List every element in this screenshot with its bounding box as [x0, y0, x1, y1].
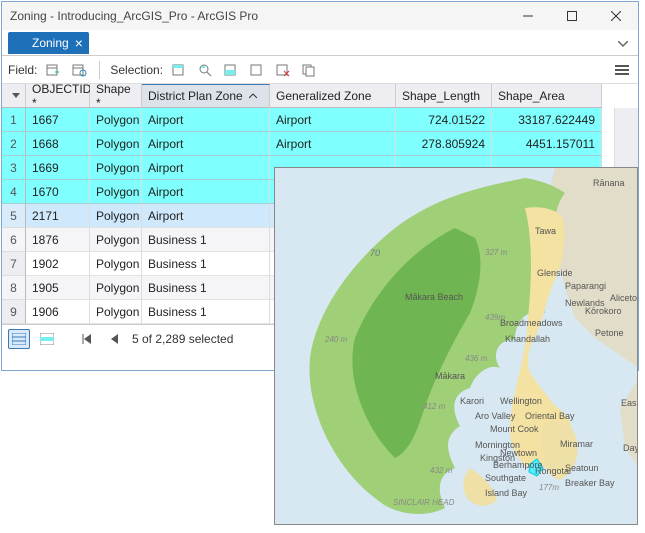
panel-menu-chevron-icon[interactable]: [608, 34, 638, 52]
tabstrip: Zoning ×: [2, 30, 638, 56]
field-label: Field:: [8, 63, 37, 77]
row-header[interactable]: 1: [2, 108, 26, 132]
col-shape-length[interactable]: Shape_Length: [396, 84, 492, 108]
row-header[interactable]: 3: [2, 156, 26, 180]
titlebar: Zoning - Introducing_ArcGIS_Pro - ArcGIS…: [2, 2, 638, 30]
separator: [99, 61, 100, 79]
copy-selection-button[interactable]: [299, 60, 319, 80]
cell-objectid[interactable]: 1902: [26, 252, 90, 276]
cell-gz[interactable]: Airport: [270, 108, 396, 132]
minimize-button[interactable]: [506, 2, 550, 30]
cell-dpz[interactable]: Airport: [142, 132, 270, 156]
toolbar: Field: Selection:: [2, 56, 638, 84]
cell-objectid[interactable]: 2171: [26, 204, 90, 228]
cell-objectid[interactable]: 1668: [26, 132, 90, 156]
tab-zoning[interactable]: Zoning ×: [8, 32, 89, 54]
col-district-plan-zone[interactable]: District Plan Zone: [142, 84, 270, 108]
select-by-attributes-button[interactable]: [169, 60, 189, 80]
cell-dpz[interactable]: Business 1: [142, 300, 270, 324]
window-title: Zoning - Introducing_ArcGIS_Pro - ArcGIS…: [10, 9, 506, 23]
cell-objectid[interactable]: 1669: [26, 156, 90, 180]
close-tab-icon[interactable]: ×: [75, 36, 83, 50]
map-view[interactable]: RānanaTawaGlensidePaparangiNewlandsBroad…: [274, 167, 638, 525]
cell-slen[interactable]: 278.805924: [396, 132, 492, 156]
cell-shape[interactable]: Polygon: [90, 252, 142, 276]
cell-sarea[interactable]: 4451.157011: [492, 132, 602, 156]
row-header[interactable]: 7: [2, 252, 26, 276]
cell-dpz[interactable]: Business 1: [142, 252, 270, 276]
col-shape[interactable]: Shape *: [90, 84, 142, 108]
add-field-button[interactable]: [43, 60, 63, 80]
cell-objectid[interactable]: 1906: [26, 300, 90, 324]
row-header[interactable]: 4: [2, 180, 26, 204]
cell-shape[interactable]: Polygon: [90, 300, 142, 324]
cell-shape[interactable]: Polygon: [90, 204, 142, 228]
record-status: 5 of 2,289 selected: [132, 332, 233, 346]
calculate-field-button[interactable]: [69, 60, 89, 80]
clear-selection-button[interactable]: [247, 60, 267, 80]
cell-gz[interactable]: Airport: [270, 132, 396, 156]
cell-shape[interactable]: Polygon: [90, 180, 142, 204]
cell-dpz[interactable]: Business 1: [142, 276, 270, 300]
show-all-records-button[interactable]: [8, 329, 30, 349]
cell-objectid[interactable]: 1876: [26, 228, 90, 252]
row-header-corner[interactable]: [2, 84, 26, 108]
cell-shape[interactable]: Polygon: [90, 228, 142, 252]
cell-dpz[interactable]: Airport: [142, 156, 270, 180]
maximize-button[interactable]: [550, 2, 594, 30]
cell-objectid[interactable]: 1667: [26, 108, 90, 132]
col-shape-area[interactable]: Shape_Area: [492, 84, 602, 108]
row-header[interactable]: 6: [2, 228, 26, 252]
zoom-to-selection-button[interactable]: [195, 60, 215, 80]
table-menu-button[interactable]: [612, 60, 632, 80]
cell-objectid[interactable]: 1905: [26, 276, 90, 300]
header-row: OBJECTID * Shape * District Plan Zone Ge…: [2, 84, 638, 108]
cell-dpz[interactable]: Airport: [142, 180, 270, 204]
cell-dpz[interactable]: Airport: [142, 108, 270, 132]
cell-objectid[interactable]: 1670: [26, 180, 90, 204]
tab-label: Zoning: [32, 36, 69, 50]
cell-shape[interactable]: Polygon: [90, 156, 142, 180]
switch-selection-button[interactable]: [221, 60, 241, 80]
cell-dpz[interactable]: Business 1: [142, 228, 270, 252]
first-record-button[interactable]: [76, 329, 98, 349]
cell-slen[interactable]: 724.01522: [396, 108, 492, 132]
col-generalized-zone[interactable]: Generalized Zone: [270, 84, 396, 108]
cell-shape[interactable]: Polygon: [90, 276, 142, 300]
show-selected-records-button[interactable]: [36, 329, 58, 349]
cell-dpz[interactable]: Airport: [142, 204, 270, 228]
cell-sarea[interactable]: 33187.622449: [492, 108, 602, 132]
close-button[interactable]: [594, 2, 638, 30]
table-row[interactable]: 11667PolygonAirportAirport724.0152233187…: [2, 108, 638, 132]
row-header[interactable]: 9: [2, 300, 26, 324]
table-row[interactable]: 21668PolygonAirportAirport278.8059244451…: [2, 132, 638, 156]
previous-record-button[interactable]: [104, 329, 126, 349]
map-geometry: [275, 168, 638, 525]
col-objectid[interactable]: OBJECTID *: [26, 84, 90, 108]
table-icon: [12, 35, 28, 51]
row-header[interactable]: 8: [2, 276, 26, 300]
selection-label: Selection:: [110, 63, 163, 77]
delete-selection-button[interactable]: [273, 60, 293, 80]
cell-shape[interactable]: Polygon: [90, 132, 142, 156]
cell-shape[interactable]: Polygon: [90, 108, 142, 132]
row-header[interactable]: 5: [2, 204, 26, 228]
row-header[interactable]: 2: [2, 132, 26, 156]
